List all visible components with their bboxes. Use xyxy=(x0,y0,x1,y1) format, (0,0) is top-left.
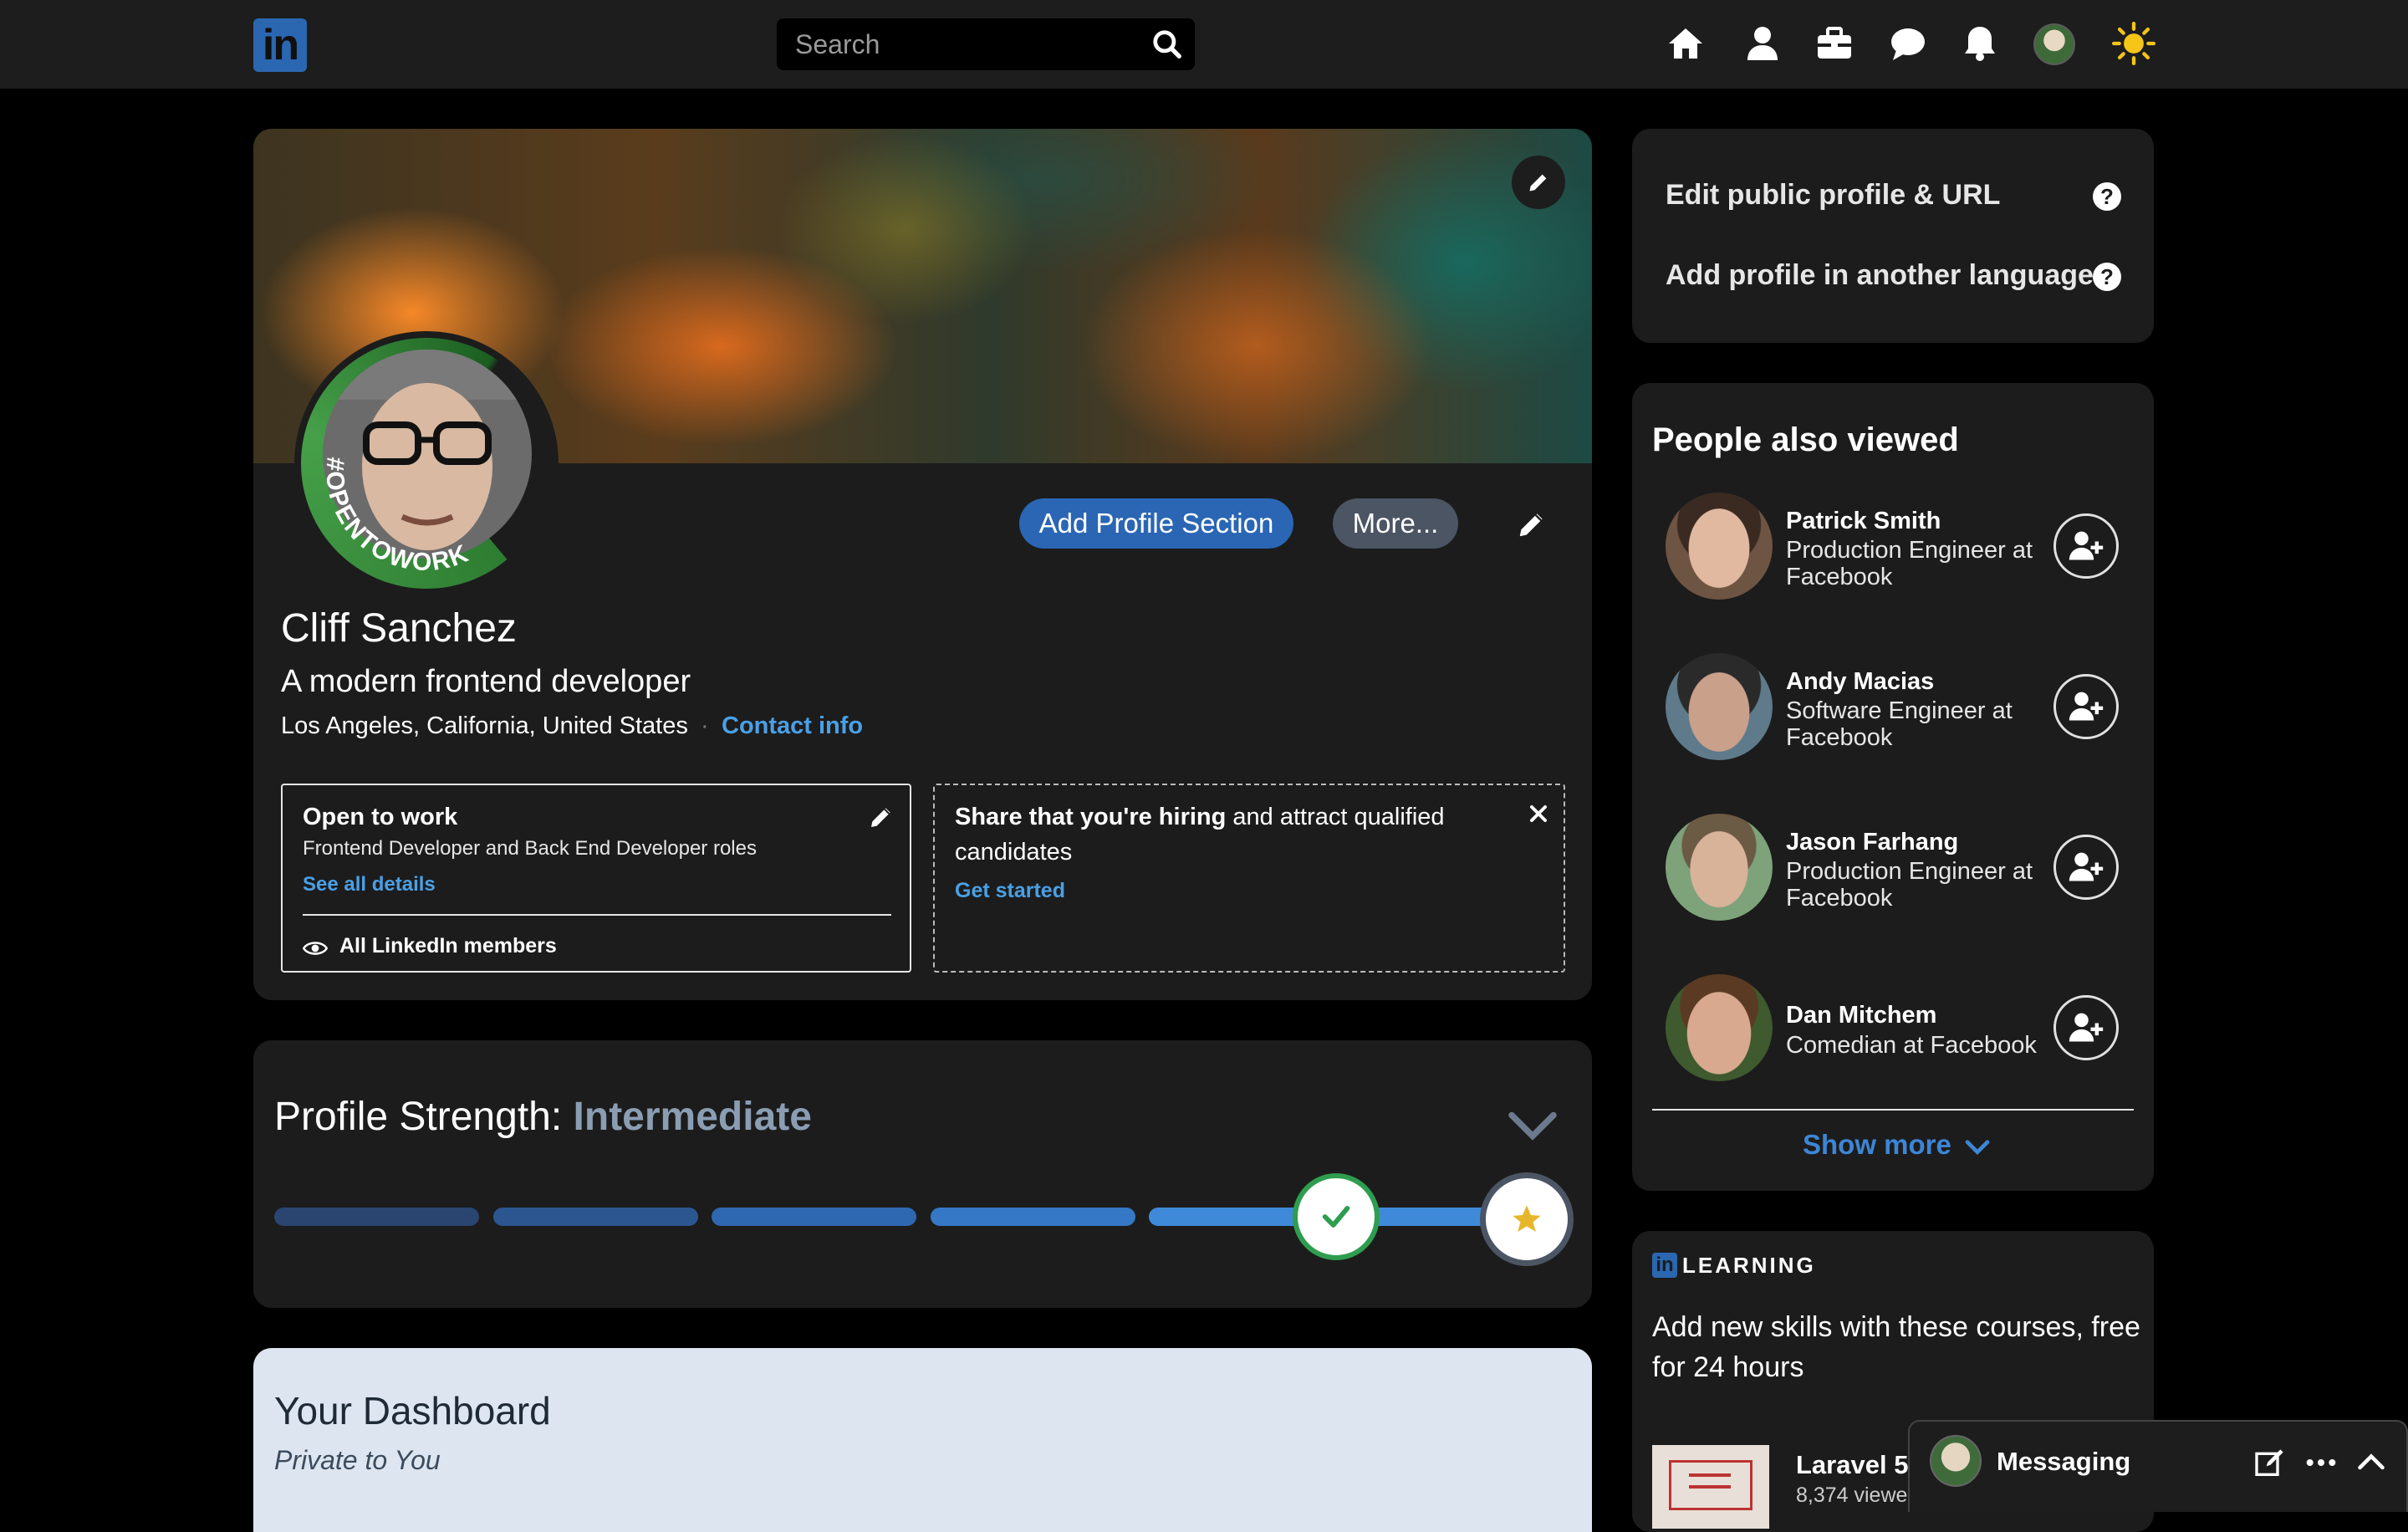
hiring-text-line2: candidates xyxy=(955,839,1073,866)
show-more-button[interactable]: Show more xyxy=(1803,1129,1991,1161)
add-person-icon xyxy=(2069,692,2104,721)
learning-blurb-line2: for 24 hours xyxy=(1652,1351,1804,1383)
share-hiring-card[interactable]: Share that you're hiring and attract qua… xyxy=(933,784,1565,973)
connect-button[interactable] xyxy=(2053,835,2119,900)
course-meta: 8,374 viewe xyxy=(1796,1483,1908,1507)
person-avatar[interactable] xyxy=(1666,493,1773,600)
person-role: Comedian at Facebook xyxy=(1786,1032,2037,1059)
separator-dot: · xyxy=(701,712,709,739)
avatar xyxy=(1930,1435,1982,1487)
connect-button[interactable] xyxy=(2053,513,2119,579)
course-title[interactable]: Laravel 5 xyxy=(1796,1450,1908,1480)
compose-icon[interactable] xyxy=(2252,1447,2286,1480)
more-options-icon[interactable] xyxy=(2304,1450,2338,1475)
profile-links-card: Edit public profile & URL ? Add profile … xyxy=(1632,129,2154,343)
search-icon[interactable] xyxy=(1151,28,1183,60)
strength-checkpoint xyxy=(1293,1173,1380,1260)
top-navigation-bar: in xyxy=(0,0,2408,89)
hiring-text: Share that you're hiring and attract qua… xyxy=(955,804,1445,830)
get-started-link[interactable]: Get started xyxy=(955,879,1065,903)
theme-toggle-sun-icon[interactable] xyxy=(2112,22,2155,65)
chevron-up-icon[interactable] xyxy=(2356,1450,2386,1475)
edit-open-to-work-pencil-icon[interactable] xyxy=(868,804,895,830)
avatar[interactable] xyxy=(2033,23,2075,65)
dashboard-subtitle: Private to You xyxy=(274,1445,441,1475)
people-also-viewed-title: People also viewed xyxy=(1652,421,1959,458)
linkedin-logo[interactable]: in xyxy=(253,18,307,72)
linkedin-learning-logo: in xyxy=(1652,1253,1677,1278)
person-avatar[interactable] xyxy=(1666,814,1773,921)
profile-strength-card: Profile Strength: Intermediate xyxy=(253,1040,1592,1308)
home-icon[interactable] xyxy=(1666,23,1706,64)
messaging-label: Messaging xyxy=(1997,1447,2131,1476)
help-icon[interactable]: ? xyxy=(2093,182,2121,211)
star-icon xyxy=(1513,1205,1541,1232)
jobs-briefcase-icon[interactable] xyxy=(1814,23,1854,64)
open-to-work-title: Open to work xyxy=(303,804,458,830)
person-avatar[interactable] xyxy=(1666,974,1773,1081)
edit-intro-pencil-icon[interactable] xyxy=(1516,508,1548,540)
profile-location: Los Angeles, California, United States xyxy=(281,712,688,739)
person-avatar[interactable] xyxy=(1666,653,1773,760)
add-person-icon xyxy=(2069,852,2104,881)
divider xyxy=(1652,1109,2134,1111)
open-to-work-card[interactable]: Open to work Frontend Developer and Back… xyxy=(281,784,911,973)
profile-strength-heading: Profile Strength: Intermediate xyxy=(274,1095,812,1139)
svg-text:#OPENTOWORK: #OPENTOWORK xyxy=(320,456,473,576)
edit-banner-button[interactable] xyxy=(1512,156,1565,209)
person-name[interactable]: Dan Mitchem xyxy=(1786,1002,1936,1029)
strength-segment-2 xyxy=(493,1208,698,1226)
connect-button[interactable] xyxy=(2053,674,2119,739)
dashboard-card: Your Dashboard Private to You xyxy=(253,1348,1592,1532)
open-to-work-badge: #OPENTOWORK xyxy=(320,456,473,576)
profile-photo[interactable]: #OPENTOWORK xyxy=(294,331,559,595)
chevron-down-icon[interactable] xyxy=(1508,1109,1558,1142)
edit-public-profile-link[interactable]: Edit public profile & URL xyxy=(1666,179,2000,212)
learning-blurb: Add new skills with these courses, free xyxy=(1652,1311,2140,1343)
open-to-work-roles: Frontend Developer and Back End Develope… xyxy=(303,837,757,860)
person-name[interactable]: Patrick Smith xyxy=(1786,508,1941,535)
course-thumbnail[interactable] xyxy=(1652,1445,1769,1529)
profile-headline: A modern frontend developer xyxy=(281,664,691,699)
contact-info-link[interactable]: Contact info xyxy=(722,712,863,740)
checkmark-icon xyxy=(1322,1206,1350,1228)
messaging-icon[interactable] xyxy=(1888,23,1928,64)
add-person-icon xyxy=(2069,1013,2104,1042)
help-icon[interactable]: ? xyxy=(2093,263,2121,291)
add-profile-language-link[interactable]: Add profile in another language xyxy=(1666,259,2094,292)
strength-goal xyxy=(1480,1172,1574,1266)
person-role: Software Engineer at Facebook xyxy=(1786,697,2013,751)
visibility-label: All LinkedIn members xyxy=(339,934,557,958)
person-name[interactable]: Jason Farhang xyxy=(1786,829,1958,856)
person-role: Production Engineer at Facebook xyxy=(1786,858,2033,912)
eye-icon xyxy=(303,942,328,955)
connect-button[interactable] xyxy=(2053,995,2119,1060)
search-input[interactable] xyxy=(777,18,1195,70)
profile-icon[interactable] xyxy=(1742,23,1783,64)
profile-name: Cliff Sanchez xyxy=(281,606,517,651)
dashboard-title: Your Dashboard xyxy=(274,1389,551,1432)
close-icon[interactable] xyxy=(1528,804,1548,824)
pencil-icon xyxy=(1529,174,1547,192)
strength-segment-4 xyxy=(931,1208,1135,1226)
more-button[interactable]: More... xyxy=(1333,498,1458,549)
notifications-bell-icon[interactable] xyxy=(1960,23,2000,64)
add-person-icon xyxy=(2069,531,2104,560)
see-all-details-link[interactable]: See all details xyxy=(303,873,436,896)
person-role: Production Engineer at Facebook xyxy=(1786,537,2033,590)
messaging-panel[interactable]: Messaging xyxy=(1908,1420,2408,1512)
learning-label: LEARNING xyxy=(1682,1253,1816,1278)
chevron-down-icon xyxy=(1965,1140,1990,1156)
person-name[interactable]: Andy Macias xyxy=(1786,668,1934,696)
strength-segment-3 xyxy=(712,1208,916,1226)
divider xyxy=(303,914,891,916)
add-profile-section-button[interactable]: Add Profile Section xyxy=(1019,498,1293,549)
strength-segment-1 xyxy=(274,1208,479,1226)
